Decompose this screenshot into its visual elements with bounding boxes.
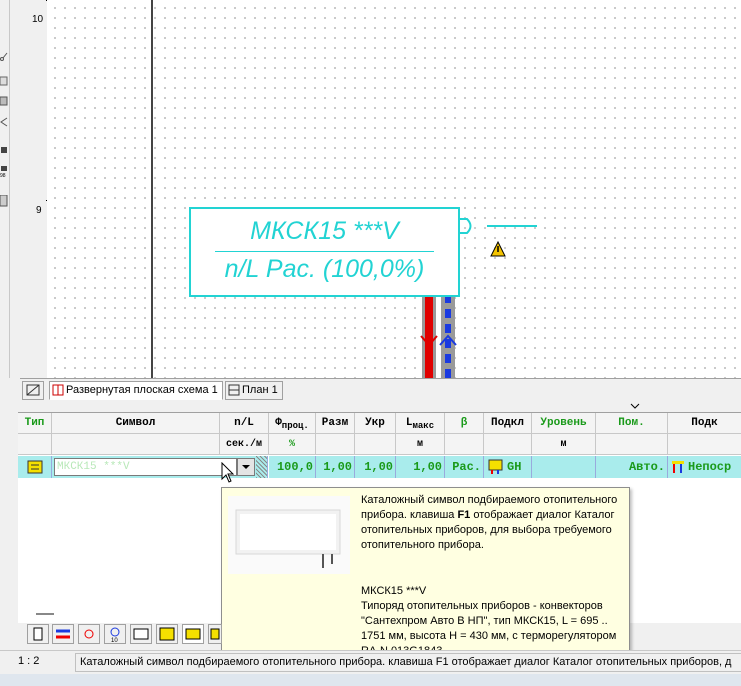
status-message: Каталожный символ подбираемого отопитель… bbox=[80, 656, 732, 668]
paint-icon[interactable] bbox=[0, 145, 8, 155]
ruler-mark: 9 bbox=[36, 205, 42, 216]
col-phi[interactable]: Фпроц. bbox=[269, 413, 316, 434]
phi-cell[interactable]: 100,0 bbox=[269, 456, 316, 478]
undo-icon[interactable] bbox=[0, 117, 8, 127]
svg-text:10: 10 bbox=[111, 638, 118, 643]
connection-icon bbox=[488, 459, 503, 474]
radiator-image bbox=[228, 496, 350, 574]
device-icon[interactable] bbox=[27, 624, 49, 644]
status-message-box: Каталожный символ подбираемого отопитель… bbox=[75, 653, 741, 672]
scrollbar-thumb[interactable] bbox=[36, 613, 54, 615]
sheet-tabs: Развернутая плоская схема 1 План 1 bbox=[20, 378, 741, 401]
drawing-canvas[interactable]: МКСК15 ***V n/L Рас. (100,0%) bbox=[47, 0, 741, 378]
col-beta[interactable]: β bbox=[445, 413, 484, 434]
col-ukr[interactable]: Укр bbox=[355, 413, 396, 434]
col-level[interactable]: Уровень bbox=[532, 413, 596, 434]
beta-cell[interactable]: Рас. bbox=[445, 456, 484, 478]
chevron-down-icon[interactable] bbox=[630, 403, 640, 410]
radiators-icon[interactable] bbox=[130, 624, 152, 644]
connect2-cell[interactable]: Непоср bbox=[668, 456, 741, 478]
col-room[interactable]: Пом. bbox=[596, 413, 668, 434]
status-bar: 1 : 2 Каталожный символ подбираемого ото… bbox=[0, 650, 741, 673]
nodes-icon[interactable] bbox=[78, 624, 100, 644]
tooltip-description: Каталожный символ подбираемого отопитель… bbox=[361, 494, 618, 551]
tab-plan[interactable]: План 1 bbox=[225, 381, 283, 400]
schema-icon bbox=[52, 384, 64, 396]
pipes-icon[interactable] bbox=[52, 624, 74, 644]
scissors-icon[interactable] bbox=[0, 52, 8, 62]
tooltip: Каталожный символ подбираемого отопитель… bbox=[221, 487, 630, 661]
more-icon[interactable] bbox=[208, 624, 222, 644]
list-icon[interactable] bbox=[156, 624, 178, 644]
view-icon-tabs: 10 bbox=[18, 622, 248, 644]
calculator-icon[interactable] bbox=[0, 194, 8, 207]
ukr-cell[interactable]: 1,00 bbox=[355, 456, 396, 478]
splitter[interactable] bbox=[0, 402, 741, 411]
transform-icon[interactable]: 98 bbox=[0, 165, 8, 179]
tab-navigator-icon[interactable] bbox=[22, 381, 44, 400]
room-cell[interactable]: Авто. bbox=[596, 456, 668, 478]
col-connect2[interactable]: Подк bbox=[668, 413, 741, 434]
plan-icon bbox=[228, 384, 240, 396]
symbol-input[interactable]: МКСК15 ***V bbox=[57, 456, 130, 478]
ruler-mark: 10 bbox=[32, 14, 44, 25]
chevron-down-icon bbox=[242, 465, 250, 469]
tab-flat-schema[interactable]: Развернутая плоская схема 1 bbox=[49, 381, 223, 400]
copy-icon[interactable] bbox=[0, 76, 8, 86]
row-type-cell[interactable] bbox=[18, 456, 52, 478]
dropdown-button[interactable] bbox=[237, 458, 255, 476]
status-scale: 1 : 2 bbox=[18, 655, 40, 667]
paste-icon[interactable] bbox=[0, 96, 8, 106]
left-toolbar: 98 bbox=[0, 0, 10, 378]
mouse-cursor-icon bbox=[221, 462, 235, 483]
col-nl[interactable]: n/L bbox=[220, 413, 269, 434]
svg-text:98: 98 bbox=[0, 173, 6, 177]
col-level-unit: м bbox=[532, 434, 596, 455]
symbol-params: n/L Рас. (100,0%) bbox=[224, 255, 425, 283]
counter-icon[interactable]: 10 bbox=[104, 624, 126, 644]
tooltip-catalog: МКСК15 ***V Типоряд отопительных приборо… bbox=[361, 585, 617, 657]
size-cell[interactable]: 1,00 bbox=[316, 456, 355, 478]
symbol-combobox[interactable]: МКСК15 ***V bbox=[52, 456, 268, 478]
col-type[interactable]: Тип bbox=[18, 413, 52, 434]
col-phi-unit: % bbox=[269, 434, 316, 455]
col-nl-unit: сек./м bbox=[220, 434, 269, 455]
col-lmax-unit: м bbox=[396, 434, 445, 455]
connect-cell[interactable]: GH bbox=[484, 456, 532, 478]
col-connect[interactable]: Подкл bbox=[484, 413, 532, 434]
level-cell[interactable] bbox=[532, 456, 596, 478]
radiator-icon bbox=[27, 460, 43, 474]
schematic-drawing bbox=[151, 0, 537, 378]
lmax-cell[interactable]: 1,00 bbox=[396, 456, 445, 478]
symbol-name: МКСК15 ***V bbox=[250, 217, 399, 245]
col-lmax[interactable]: Lмакс bbox=[396, 413, 445, 434]
col-symbol[interactable]: Символ bbox=[52, 413, 220, 434]
vertical-ruler: 10 9 bbox=[10, 0, 51, 378]
pipe-connection-icon bbox=[672, 461, 684, 473]
radiator-tab-icon[interactable] bbox=[182, 624, 204, 644]
col-size[interactable]: Разм bbox=[316, 413, 355, 434]
taskbar bbox=[0, 674, 741, 686]
radiator-symbol[interactable]: МКСК15 ***V n/L Рас. (100,0%) bbox=[189, 207, 460, 297]
